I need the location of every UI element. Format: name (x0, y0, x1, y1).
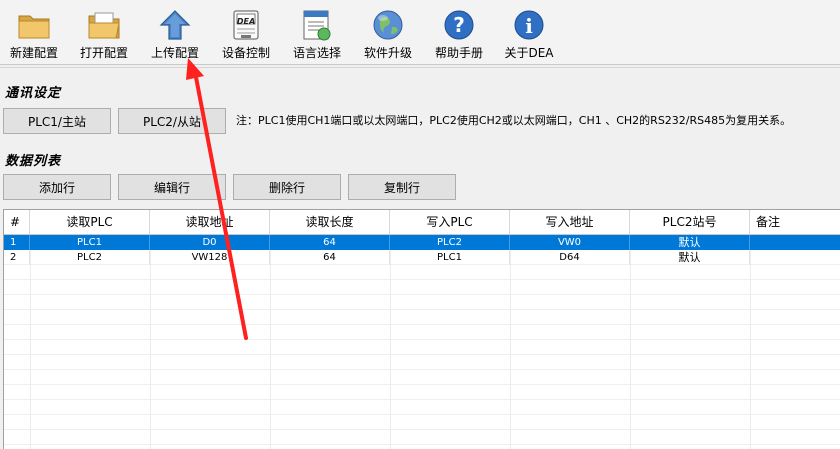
cell-read-address: D0 (150, 235, 270, 250)
comm-section-title: 通讯设定 (5, 86, 62, 101)
svg-text:?: ? (453, 13, 465, 37)
grid-line (4, 444, 840, 445)
grid-line (270, 234, 271, 449)
grid-line (30, 234, 31, 449)
grid-line (4, 399, 840, 400)
new-folder-icon (18, 15, 50, 39)
comm-note: 注：PLC1使用CH1端口或以太网端口，PLC2使用CH2或以太网端口，CH1 … (236, 114, 792, 127)
grid-line (4, 279, 840, 280)
plc1-master-button[interactable]: PLC1/主站 (3, 108, 111, 134)
grid-header: # 读取PLC 读取地址 读取长度 写入PLC 写入地址 PLC2站号 备注 (4, 210, 840, 235)
toolbar-item-label: 上传配置 (150, 46, 199, 60)
datalist-section-title: 数据列表 (5, 154, 62, 169)
cell-read-length: 64 (270, 235, 390, 250)
toolbar-software-upgrade-button[interactable]: 软件升级 (353, 4, 423, 62)
plc2-slave-button[interactable]: PLC2/从站 (118, 108, 226, 134)
column-header-write-address[interactable]: 写入地址 (510, 210, 630, 234)
column-header-read-address[interactable]: 读取地址 (150, 210, 270, 234)
delete-row-button[interactable]: 删除行 (233, 174, 341, 200)
toolbar-about-button[interactable]: i 关于DEA (494, 4, 564, 62)
cell-index: 1 (4, 235, 30, 250)
upload-arrow-icon (159, 10, 191, 40)
grid-line (4, 429, 840, 430)
add-row-button[interactable]: 添加行 (3, 174, 111, 200)
device-icon-text: DEA (236, 17, 256, 26)
toolbar-item-label: 设备控制 (221, 46, 270, 60)
grid-line (4, 339, 840, 340)
grid-line (4, 354, 840, 355)
grid-line (150, 234, 151, 449)
toolbar-item-label: 打开配置 (79, 46, 128, 60)
grid-line (4, 309, 840, 310)
toolbar-item-label: 语言选择 (292, 46, 341, 60)
column-header-read-plc[interactable]: 读取PLC (30, 210, 150, 234)
toolbar-item-label: 软件升级 (363, 46, 412, 60)
column-header-index[interactable]: # (4, 210, 30, 234)
grid-line (4, 324, 840, 325)
main-toolbar: 新建配置 打开配置 上传配置 DEA 设备控制 语言选择 软件升级 ? 帮助手册… (0, 0, 840, 65)
cell-plc2-station: 默认 (630, 235, 750, 250)
toolbar-open-config-button[interactable]: 打开配置 (69, 4, 139, 62)
cell-read-plc: PLC1 (30, 235, 150, 250)
column-header-write-plc[interactable]: 写入PLC (390, 210, 510, 234)
grid-line (4, 294, 840, 295)
cell-read-length: 64 (270, 250, 390, 265)
cell-remark (750, 235, 840, 250)
toolbar-item-label: 新建配置 (9, 46, 58, 60)
toolbar-device-control-button[interactable]: DEA 设备控制 (211, 4, 281, 62)
grid-line (4, 369, 840, 370)
grid-line (4, 384, 840, 385)
table-row[interactable]: 1 PLC1 D0 64 PLC2 VW0 默认 (4, 235, 840, 250)
cell-write-address: D64 (510, 250, 630, 265)
toolbar-language-button[interactable]: 语言选择 (282, 4, 352, 62)
cell-write-address: VW0 (510, 235, 630, 250)
cell-remark (750, 250, 840, 265)
edit-row-button[interactable]: 编辑行 (118, 174, 226, 200)
open-folder-icon (88, 12, 120, 39)
cell-write-plc: PLC2 (390, 235, 510, 250)
svg-text:i: i (525, 14, 533, 38)
grid-line (630, 234, 631, 449)
column-header-plc2-station[interactable]: PLC2站号 (630, 210, 750, 234)
column-header-read-length[interactable]: 读取长度 (270, 210, 390, 234)
toolbar-help-manual-button[interactable]: ? 帮助手册 (424, 4, 494, 62)
data-grid[interactable]: # 读取PLC 读取地址 读取长度 写入PLC 写入地址 PLC2站号 备注 1… (3, 209, 840, 449)
column-header-remark[interactable]: 备注 (750, 210, 840, 234)
toolbar-upload-config-button[interactable]: 上传配置 (140, 4, 210, 62)
grid-line (390, 234, 391, 449)
help-icon: ? (444, 10, 474, 40)
table-row[interactable]: 2 PLC2 VW128 64 PLC1 D64 默认 (4, 250, 840, 265)
grid-line (4, 414, 840, 415)
copy-row-button[interactable]: 复制行 (348, 174, 456, 200)
grid-line (510, 234, 511, 449)
language-doc-icon (303, 10, 331, 41)
cell-write-plc: PLC1 (390, 250, 510, 265)
toolbar-divider (0, 67, 840, 68)
toolbar-item-label: 关于DEA (504, 46, 554, 60)
grid-line (750, 234, 751, 449)
cell-index: 2 (4, 250, 30, 265)
toolbar-new-config-button[interactable]: 新建配置 (0, 4, 69, 62)
cell-plc2-station: 默认 (630, 250, 750, 265)
globe-icon (373, 10, 403, 40)
info-icon: i (514, 10, 544, 40)
toolbar-item-label: 帮助手册 (434, 46, 483, 60)
cell-read-address: VW128 (150, 250, 270, 265)
cell-read-plc: PLC2 (30, 250, 150, 265)
